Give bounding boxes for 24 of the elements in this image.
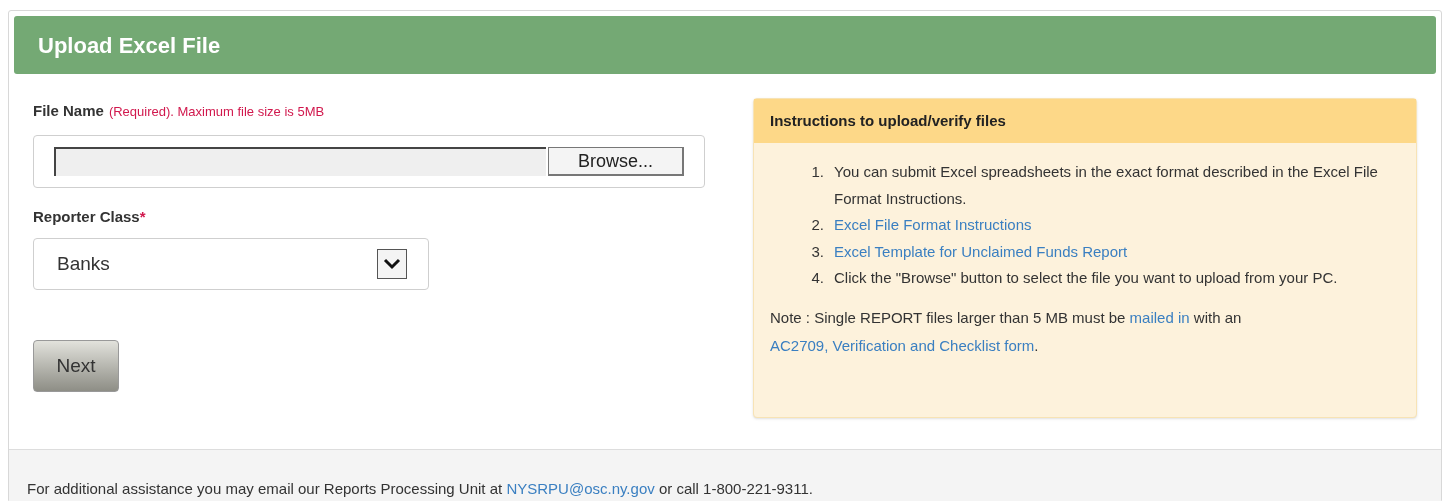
file-path-field[interactable] xyxy=(54,146,546,176)
required-mark: * xyxy=(139,207,146,225)
next-button[interactable]: Next xyxy=(33,340,119,392)
note-text: Note : Single REPORT files larger than 5 MB must be mailed in with an AC2709, Verification and Checklist form. xyxy=(769,307,1243,356)
instruction-text: You can submit Excel spreadsheets in the exact format described in the Excel File Format Instructions. xyxy=(834,162,1379,209)
list-number: 1. xyxy=(810,162,825,182)
list-number: 3. xyxy=(810,241,825,262)
file-upload-field[interactable]: Browse... xyxy=(33,134,705,188)
text-link[interactable]: mailed in xyxy=(1129,308,1190,326)
reporter-class-select[interactable]: Banks xyxy=(33,238,429,290)
footer-text: For additional assistance you may email our Reports Processing Unit at NYSRPU@osc.ny.gov or call 1-800-221-9311. xyxy=(27,478,813,499)
field-label: File Name xyxy=(33,101,104,121)
chevron-down-icon xyxy=(377,249,407,279)
text-link[interactable]: Excel File Format Instructions xyxy=(834,212,1032,239)
list-number: 4. xyxy=(810,268,825,288)
page-header: Upload Excel File xyxy=(14,16,1436,74)
list-number: 2. xyxy=(810,215,825,235)
field-hint: (Required). Maximum file size is 5MB xyxy=(108,103,325,121)
text-link[interactable]: NYSRPU@osc.ny.gov xyxy=(506,479,655,497)
text-link[interactable]: Excel Template for Unclaimed Funds Report xyxy=(834,238,1128,265)
field-label: Reporter Class xyxy=(33,207,140,225)
instruction-text: Click the "Browse" button to select the file you want to upload from your PC. xyxy=(834,268,1338,288)
browse-button[interactable]: Browse... xyxy=(548,146,684,176)
instructions-title: Instructions to upload/verify files xyxy=(754,99,1416,143)
